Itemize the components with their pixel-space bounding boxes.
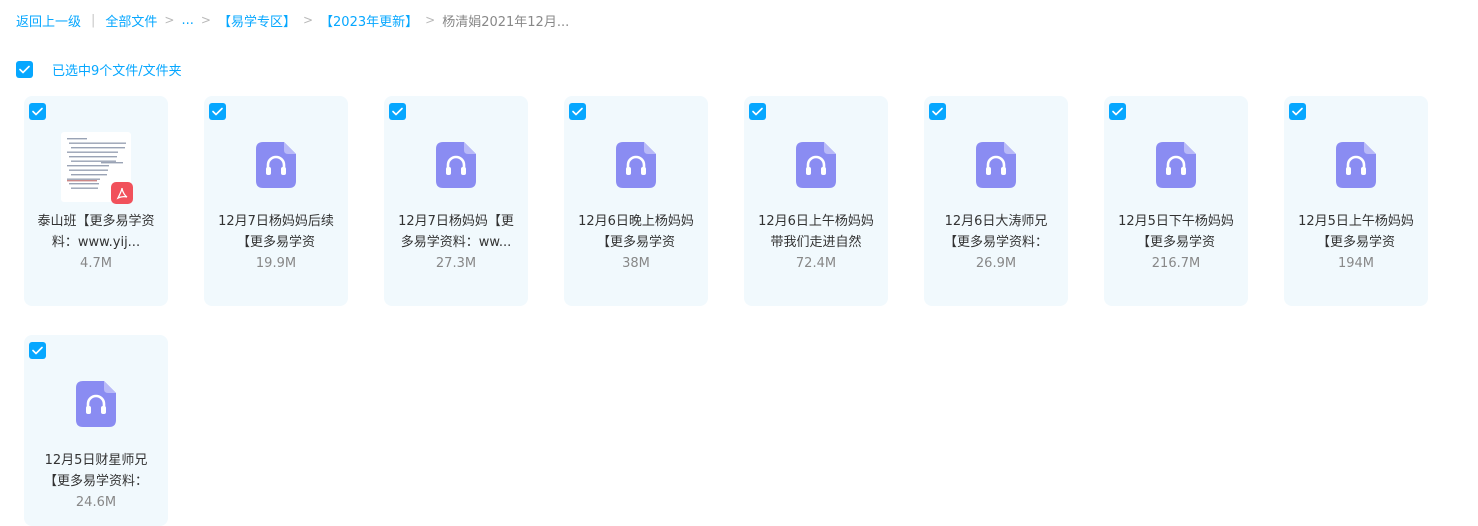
breadcrumb-divider: | — [91, 12, 96, 28]
select-all-checkbox[interactable] — [16, 61, 33, 78]
file-card[interactable]: 12月6日上午杨妈妈带我们走进自然 72.4M — [744, 96, 888, 306]
file-card[interactable]: 12月7日杨妈妈后续【更多易学资 19.9M — [204, 96, 348, 306]
breadcrumb-all-files[interactable]: 全部文件 — [105, 11, 157, 30]
pdf-icon — [111, 182, 133, 204]
chevron-right-icon: > — [425, 13, 436, 27]
file-card[interactable]: 12月6日晚上杨妈妈【更多易学资 38M — [564, 96, 708, 306]
audio-icon — [76, 381, 116, 427]
file-checkbox[interactable] — [29, 103, 46, 120]
audio-icon — [976, 142, 1016, 188]
file-name: 12月5日上午杨妈妈【更多易学资 — [1298, 214, 1414, 250]
file-name: 12月7日杨妈妈【更多易学资料：ww... — [398, 214, 514, 250]
file-size: 24.6M — [75, 495, 117, 510]
audio-icon — [1156, 142, 1196, 188]
breadcrumb: 返回上一级 | 全部文件 > ... > 【易学专区】 > 【2023年更新】 … — [16, 10, 569, 30]
check-icon — [32, 107, 43, 116]
chevron-right-icon: > — [302, 13, 314, 27]
pdf-thumbnail — [61, 132, 133, 204]
file-size: 216.7M — [1151, 256, 1201, 271]
check-icon — [212, 107, 223, 116]
file-size: 72.4M — [795, 256, 837, 271]
check-icon — [752, 107, 763, 116]
breadcrumb-ellipsis[interactable]: ... — [181, 13, 193, 28]
file-checkbox[interactable] — [569, 103, 586, 120]
file-size: 27.3M — [435, 256, 477, 271]
file-name: 12月6日晚上杨妈妈【更多易学资 — [578, 214, 694, 250]
check-icon — [392, 107, 403, 116]
audio-icon — [436, 142, 476, 188]
file-checkbox[interactable] — [929, 103, 946, 120]
file-name: 12月6日上午杨妈妈带我们走进自然 — [758, 214, 874, 250]
audio-icon — [1336, 142, 1376, 188]
file-size: 4.7M — [80, 256, 112, 271]
file-card[interactable]: 12月5日财星师兄【更多易学资料： 24.6M — [24, 335, 168, 526]
breadcrumb-folder-2023[interactable]: 【2023年更新】 — [320, 11, 418, 30]
file-size: 26.9M — [975, 256, 1017, 271]
file-size: 194M — [1337, 256, 1375, 271]
check-icon — [32, 346, 43, 355]
check-icon — [19, 65, 30, 74]
file-checkbox[interactable] — [29, 342, 46, 359]
audio-icon — [796, 142, 836, 188]
check-icon — [1292, 107, 1303, 116]
back-link[interactable]: 返回上一级 — [16, 11, 81, 30]
file-card[interactable]: 12月7日杨妈妈【更多易学资料：ww... 27.3M — [384, 96, 528, 306]
audio-icon — [616, 142, 656, 188]
file-checkbox[interactable] — [1109, 103, 1126, 120]
selection-bar: 已选中9个文件/文件夹 — [16, 60, 182, 79]
file-card[interactable]: 12月5日上午杨妈妈【更多易学资 194M — [1284, 96, 1428, 306]
file-size: 19.9M — [255, 256, 297, 271]
file-checkbox[interactable] — [749, 103, 766, 120]
chevron-right-icon: > — [164, 13, 175, 27]
file-name: 12月5日财星师兄【更多易学资料： — [43, 453, 148, 489]
file-name: 12月6日大涛师兄【更多易学资料： — [943, 214, 1048, 250]
file-size: 38M — [622, 256, 650, 271]
breadcrumb-current: 杨清娟2021年12月... — [442, 14, 570, 30]
file-name: 12月7日杨妈妈后续【更多易学资 — [218, 214, 334, 250]
chevron-right-icon: > — [200, 13, 211, 27]
file-card[interactable]: 12月6日大涛师兄【更多易学资料： 26.9M — [924, 96, 1068, 306]
file-name: 泰山班【更多易学资料：www.yij... — [37, 214, 155, 250]
file-checkbox[interactable] — [1289, 103, 1306, 120]
audio-icon — [256, 142, 296, 188]
check-icon — [932, 107, 943, 116]
file-checkbox[interactable] — [389, 103, 406, 120]
check-icon — [572, 107, 583, 116]
file-card[interactable]: 12月5日下午杨妈妈【更多易学资 216.7M — [1104, 96, 1248, 306]
breadcrumb-folder-yixue[interactable]: 【易学专区】 — [218, 11, 296, 30]
selection-count: 已选中9个文件/文件夹 — [52, 64, 182, 79]
file-checkbox[interactable] — [209, 103, 226, 120]
file-name: 12月5日下午杨妈妈【更多易学资 — [1118, 214, 1234, 250]
file-card[interactable]: 泰山班【更多易学资料：www.yij... 4.7M — [24, 96, 168, 306]
check-icon — [1112, 107, 1123, 116]
